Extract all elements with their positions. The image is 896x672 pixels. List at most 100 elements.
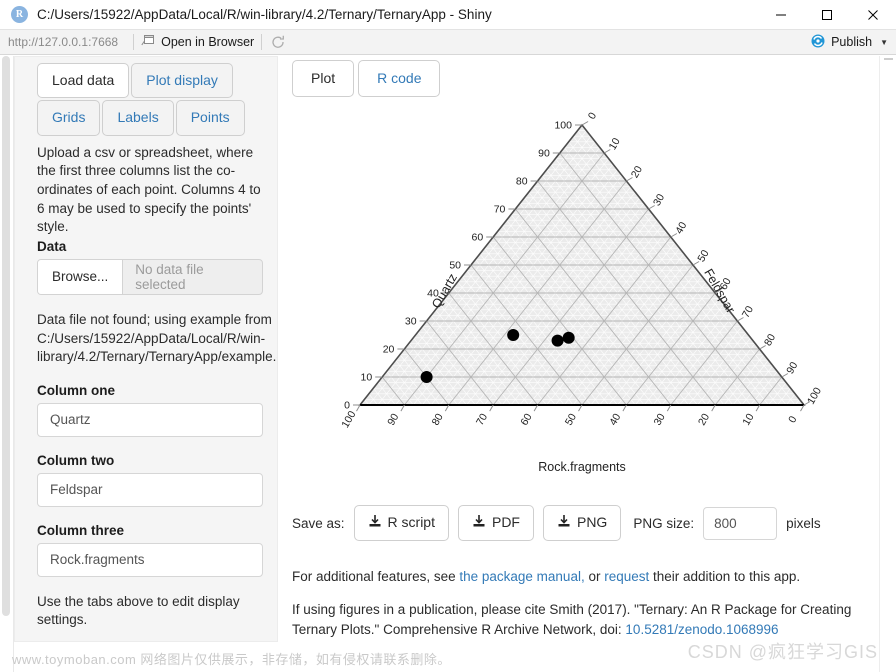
app-icon: R: [11, 6, 28, 23]
upload-help-text: Upload a csv or spreadsheet, where the f…: [37, 144, 261, 235]
download-r-script-button[interactable]: R script: [353, 505, 449, 541]
column-one-label: Column one: [37, 382, 115, 398]
svg-text:70: 70: [740, 304, 756, 320]
package-manual-link[interactable]: the package manual,: [459, 569, 584, 584]
sidebar-panel: Load data Plot display Grids Labels Poin…: [14, 56, 278, 642]
svg-text:10: 10: [740, 412, 756, 428]
minimize-button[interactable]: [758, 0, 804, 30]
svg-text:40: 40: [607, 412, 623, 428]
app-body: Load data Plot display Grids Labels Poin…: [0, 56, 896, 672]
download-png-label: PNG: [576, 514, 608, 531]
svg-text:100: 100: [339, 409, 358, 430]
browser-toolbar: http://127.0.0.1:7668 Open in Browser Pu…: [0, 30, 896, 55]
svg-text:60: 60: [518, 412, 534, 428]
ternary-plot-svg: 0 10 20 30 40 50 60 70 80 90 100 0 10 20 30 40 50 60 70 80 9…: [339, 111, 824, 475]
open-in-browser-button[interactable]: Open in Browser: [141, 34, 254, 50]
window-controls: [758, 0, 896, 30]
chevron-down-icon[interactable]: ▼: [880, 38, 888, 47]
sidebar-tab-points[interactable]: Points: [175, 100, 245, 136]
pixels-label: pixels: [786, 515, 821, 531]
data-file-status-line2: C:/Users/15922/AppData/Local/R/win-: [37, 330, 266, 346]
page-scrollbar-left[interactable]: [0, 56, 14, 672]
svg-text:50: 50: [695, 248, 711, 264]
svg-text:50: 50: [563, 412, 579, 428]
svg-text:60: 60: [472, 232, 484, 244]
svg-text:80: 80: [516, 176, 528, 188]
close-button[interactable]: [850, 0, 896, 30]
data-file-status: Data file not found; using example from …: [37, 311, 278, 367]
footer1-pre: For additional features, see: [292, 568, 460, 584]
data-field-label: Data: [37, 238, 67, 254]
footer-citation: If using figures in a publication, pleas…: [292, 600, 872, 639]
toolbar-divider-1: [133, 34, 135, 50]
column-one-input[interactable]: [37, 402, 263, 437]
tab-plot[interactable]: Plot: [292, 60, 355, 98]
svg-text:80: 80: [430, 412, 446, 428]
column-two-label: Column two: [37, 452, 115, 468]
svg-text:70: 70: [474, 412, 490, 428]
open-in-browser-label: Open in Browser: [161, 35, 255, 49]
url-text: http://127.0.0.1:7668: [8, 35, 119, 49]
doi-link[interactable]: 10.5281/zenodo.1068996: [625, 622, 778, 637]
sidebar-tail-note: Use the tabs above to edit display setti…: [37, 593, 240, 628]
svg-text:90: 90: [784, 360, 800, 376]
footer1-post: their addition to this app.: [649, 568, 801, 584]
svg-text:70: 70: [494, 204, 506, 216]
column-three-input[interactable]: [37, 542, 263, 577]
svg-text:0: 0: [786, 414, 799, 425]
main-tab-row: Plot R code: [292, 56, 880, 98]
data-point: [420, 371, 433, 384]
download-icon: [557, 514, 571, 531]
data-file-status-line3: library/4.2/Ternary/TernaryApp/example.c…: [37, 349, 278, 365]
png-size-input[interactable]: [703, 506, 778, 540]
data-point: [507, 329, 520, 342]
svg-text:10: 10: [607, 136, 623, 152]
png-size-label: PNG size:: [633, 515, 695, 531]
svg-text:0: 0: [586, 111, 599, 122]
column-two-input[interactable]: [37, 472, 263, 507]
svg-text:20: 20: [383, 344, 395, 356]
axis-title-rock-fragments: Rock.fragments: [538, 460, 626, 474]
window-titlebar: R C:/Users/15922/AppData/Local/R/win-lib…: [0, 0, 896, 30]
toolbar-divider-2: [261, 34, 263, 50]
column-three-label: Column three: [37, 522, 125, 538]
svg-text:20: 20: [696, 412, 712, 428]
data-file-input[interactable]: Browse... No data file selected: [37, 258, 263, 295]
sidebar-tab-load-data[interactable]: Load data: [37, 63, 130, 99]
download-pdf-button[interactable]: PDF: [457, 505, 534, 541]
scrollbar-thumb[interactable]: [2, 56, 10, 616]
tab-r-code[interactable]: R code: [358, 60, 441, 98]
file-selected-text: No data file selected: [135, 261, 204, 292]
sidebar-tab-grids[interactable]: Grids: [37, 100, 101, 136]
download-icon: [368, 514, 382, 531]
data-point: [562, 332, 575, 345]
sidebar-tab-labels[interactable]: Labels: [102, 100, 174, 136]
svg-text:30: 30: [651, 192, 667, 208]
svg-text:80: 80: [762, 332, 778, 348]
ternary-plot: 0 10 20 30 40 50 60 70 80 90 100 0 10 20 30 40 50 60 70 80 9…: [292, 103, 872, 493]
refresh-icon[interactable]: [271, 35, 285, 49]
sidebar-tab-row-1: Load data Plot display: [37, 63, 263, 100]
page-scrollbar-right[interactable]: [879, 56, 896, 672]
data-point: [551, 334, 564, 347]
svg-text:50: 50: [449, 260, 461, 272]
publish-icon: [810, 33, 826, 52]
svg-text:30: 30: [405, 316, 417, 328]
download-png-button[interactable]: PNG: [542, 505, 622, 541]
download-icon: [472, 514, 486, 531]
svg-text:40: 40: [673, 220, 689, 236]
footer1-mid: or: [584, 568, 605, 584]
svg-text:30: 30: [652, 412, 668, 428]
request-link[interactable]: request: [604, 569, 649, 584]
main-panel: Plot R code 0 10 20 30 40 50 60 70 80 90…: [292, 56, 880, 672]
maximize-button[interactable]: [804, 0, 850, 30]
svg-text:20: 20: [629, 164, 645, 180]
publish-label: Publish: [831, 35, 873, 49]
data-file-status-line1: Data file not found; using example from: [37, 311, 272, 327]
sidebar-tab-plot-display[interactable]: Plot display: [131, 63, 233, 99]
download-pdf-label: PDF: [491, 514, 520, 531]
scrollbar-thumb-right[interactable]: [884, 58, 893, 60]
publish-button[interactable]: Publish ▼: [810, 33, 888, 52]
svg-text:100: 100: [805, 386, 824, 407]
browse-button[interactable]: Browse...: [38, 259, 124, 294]
